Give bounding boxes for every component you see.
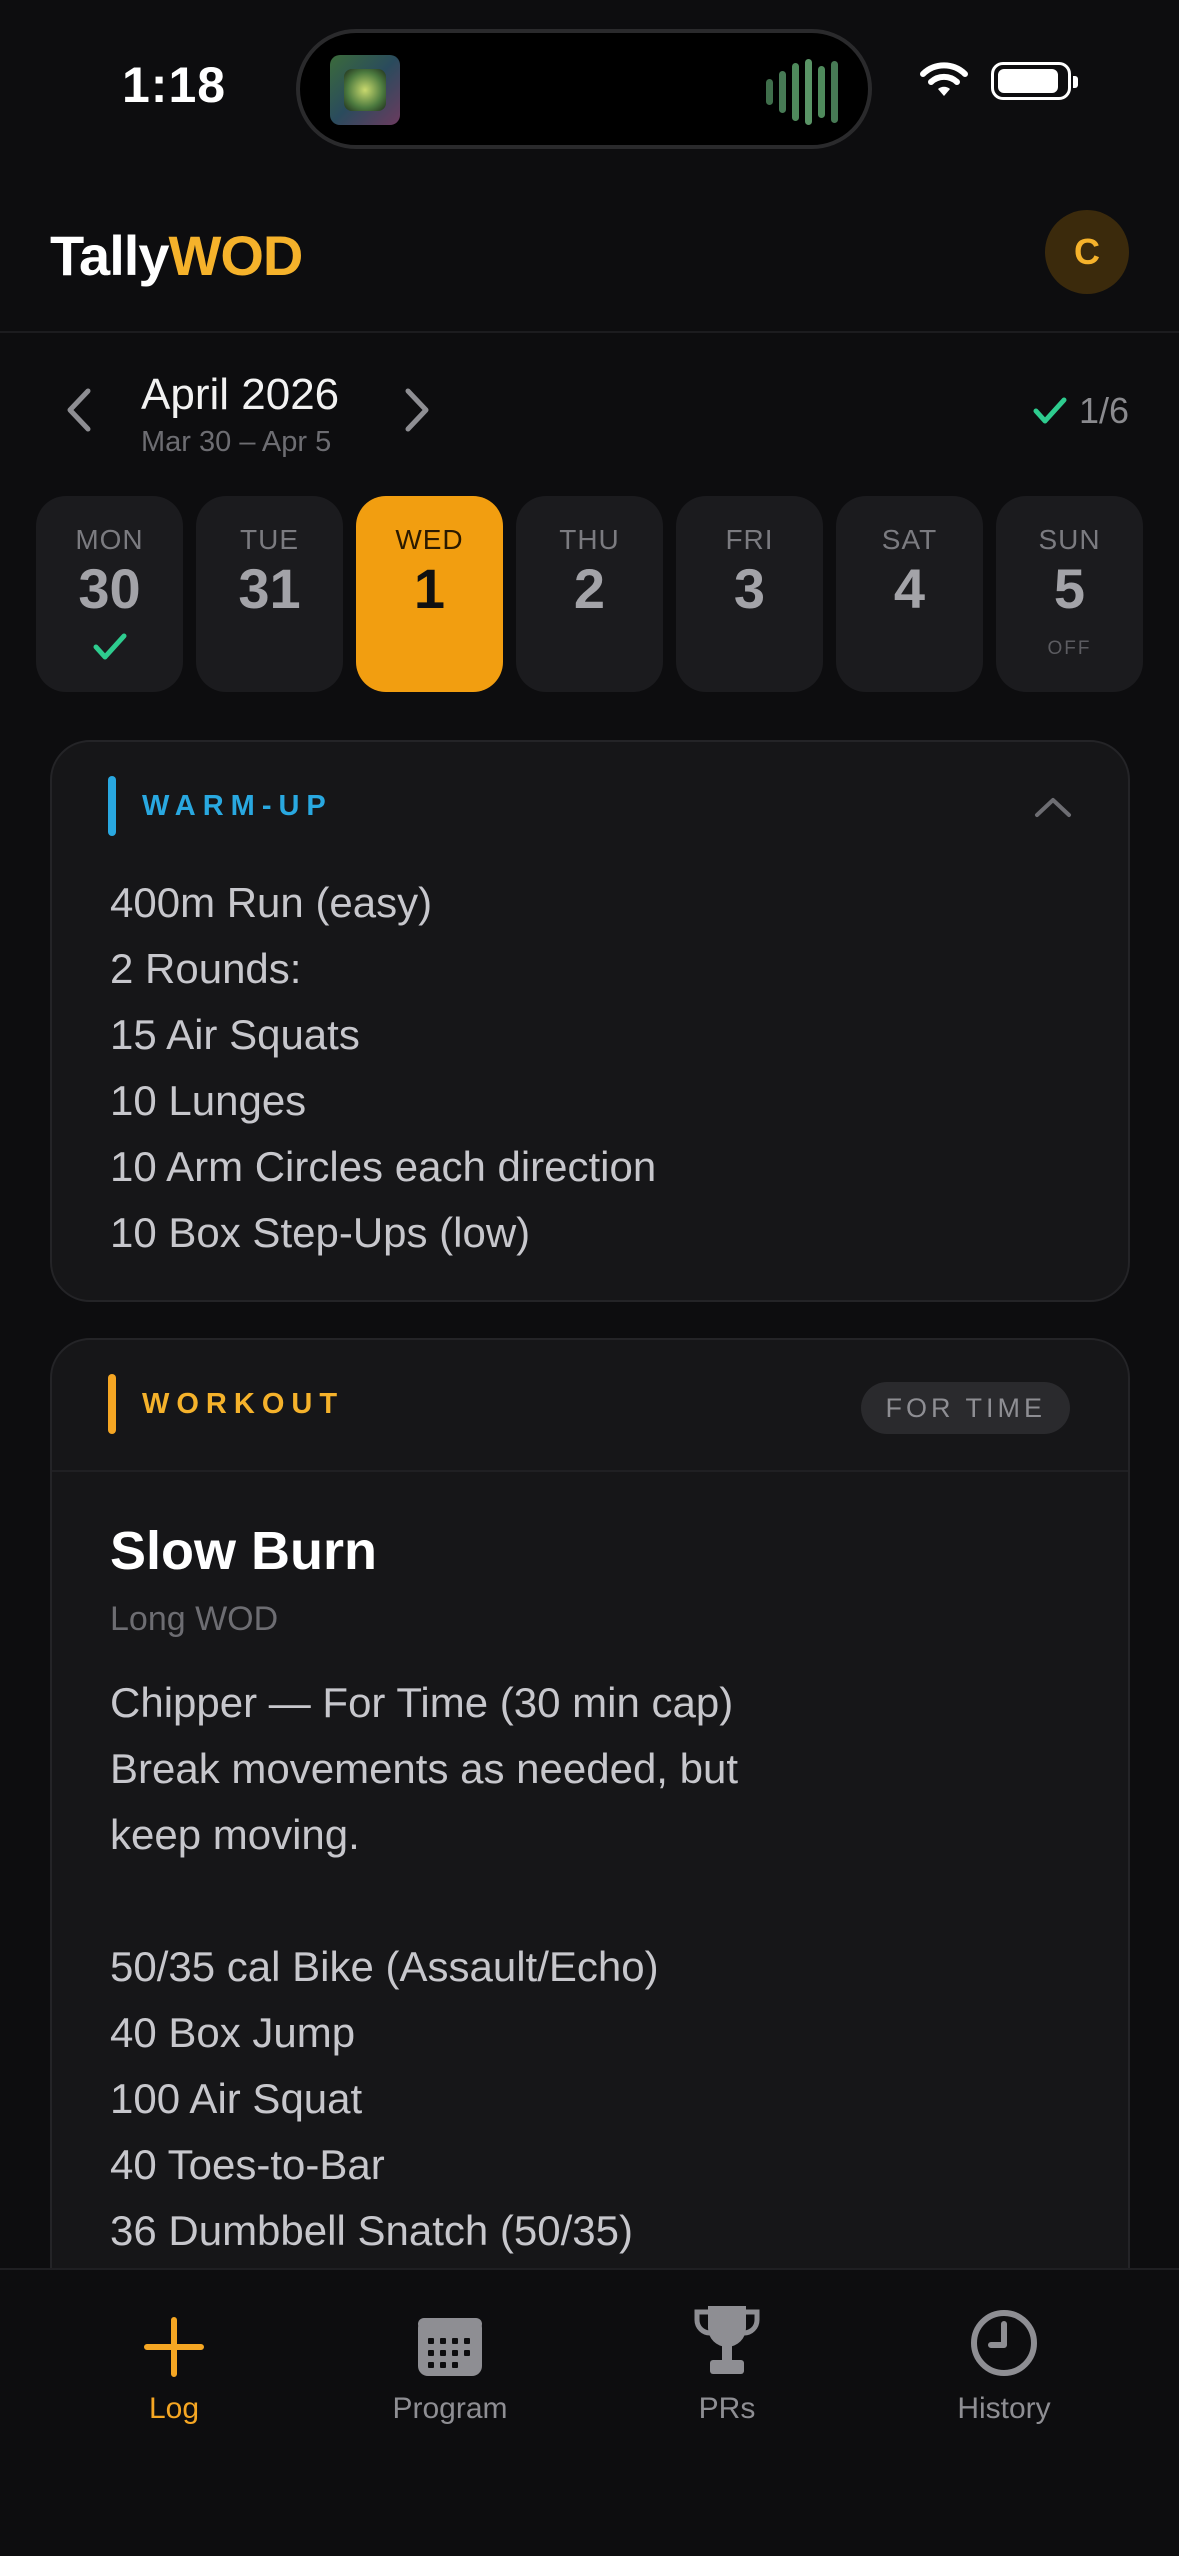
tab-program[interactable]: Program — [340, 2298, 560, 2448]
day-number: 5 — [1053, 557, 1086, 620]
day-thu[interactable]: THU 2 — [516, 496, 663, 692]
previous-week-button[interactable] — [54, 382, 104, 438]
week-navigation: April 2026 Mar 30 – Apr 5 1/6 — [0, 360, 1179, 470]
workout-header: WORKOUT — [108, 1374, 344, 1434]
workout-accent-bar — [108, 1374, 116, 1434]
warmup-line: 10 Arm Circles each direction — [110, 1143, 657, 1190]
day-name: MON — [75, 524, 144, 555]
warmup-line: 10 Box Step-Ups (low) — [110, 1209, 531, 1256]
workout-type-badge: FOR TIME — [861, 1382, 1070, 1434]
calendar-icon — [340, 2298, 560, 2378]
day-sat[interactable]: SAT 4 — [836, 496, 983, 692]
workout-lines: Chipper — For Time (30 min cap) Break mo… — [110, 1670, 738, 2264]
plus-icon — [64, 2298, 284, 2378]
brand-text-2: WOD — [168, 224, 303, 287]
warmup-line: 400m Run (easy) — [110, 879, 433, 926]
app-header: TallyWOD C — [0, 175, 1179, 333]
avatar[interactable]: C — [1045, 210, 1129, 294]
month-title: April 2026 — [141, 370, 340, 419]
week-range: Mar 30 – Apr 5 — [141, 426, 332, 458]
tab-history[interactable]: History — [894, 2298, 1114, 2448]
audio-waveform-icon — [766, 59, 838, 125]
workout-line: 40 Toes-to-Bar — [110, 2141, 385, 2188]
tab-label: PRs — [698, 2392, 756, 2425]
day-number: 31 — [238, 557, 301, 620]
warmup-accent-bar — [108, 776, 116, 836]
workout-line: Break movements as needed, but — [110, 1745, 739, 1792]
screen: 1:18 TallyWOD C April 2026 Mar 30 – Apr … — [0, 0, 1179, 2556]
warmup-line: 10 Lunges — [110, 1077, 307, 1124]
status-time: 1:18 — [122, 57, 227, 113]
workout-line — [110, 1868, 738, 1934]
progress-count: 1/6 — [1078, 390, 1129, 431]
completed-check-icon — [36, 632, 183, 662]
checkmark-icon — [1033, 397, 1067, 424]
collapse-button[interactable] — [1028, 782, 1078, 832]
day-name: TUE — [240, 524, 299, 555]
day-name: SUN — [1038, 524, 1101, 555]
status-bar: 1:18 — [0, 0, 1179, 175]
tab-prs[interactable]: PRs — [617, 2298, 837, 2448]
day-number: 3 — [733, 557, 766, 620]
brand-text-1: Tally — [50, 224, 169, 287]
workout-line: 36 Dumbbell Snatch (50/35) — [110, 2207, 633, 2254]
warmup-header: WARM-UP — [108, 776, 333, 836]
day-name: WED — [395, 524, 464, 555]
album-art-icon — [330, 55, 400, 125]
warmup-line: 2 Rounds: — [110, 945, 302, 992]
chevron-right-icon — [405, 388, 429, 432]
workout-line: keep moving. — [110, 1811, 360, 1858]
workout-line: 40 Box Jump — [110, 2009, 356, 2056]
tab-label: Program — [392, 2392, 508, 2425]
day-name: THU — [559, 524, 620, 555]
wod-subtitle: Long WOD — [110, 1600, 279, 1638]
chevron-left-icon — [67, 388, 91, 432]
day-sun[interactable]: SUN 5 OFF — [996, 496, 1143, 692]
day-number: 30 — [78, 557, 141, 620]
day-off-label: OFF — [1047, 638, 1092, 659]
chevron-up-icon — [1035, 798, 1071, 817]
week-progress: 1/6 — [1033, 390, 1129, 432]
warmup-title: WARM-UP — [142, 789, 333, 822]
workout-line: 50/35 cal Bike (Assault/Echo) — [110, 1943, 659, 1990]
warmup-card: WARM-UP 400m Run (easy) 2 Rounds: 15 Air… — [50, 740, 1130, 1302]
day-number: 4 — [893, 557, 926, 620]
day-number: 2 — [573, 557, 606, 620]
app-logo: TallyWOD — [50, 223, 303, 288]
tab-label: History — [957, 2392, 1051, 2425]
day-number: 1 — [413, 557, 446, 620]
day-wed[interactable]: WED 1 — [356, 496, 503, 692]
trophy-icon — [617, 2298, 837, 2378]
status-indicators — [919, 62, 1078, 100]
workout-line: Chipper — For Time (30 min cap) — [110, 1679, 734, 1726]
dynamic-island[interactable] — [296, 29, 872, 149]
workout-title: WORKOUT — [142, 1387, 345, 1420]
warmup-line: 15 Air Squats — [110, 1011, 360, 1058]
tab-bar: Log Program PRs History — [0, 2268, 1179, 2556]
next-week-button[interactable] — [392, 382, 442, 438]
day-name: FRI — [725, 524, 774, 555]
wifi-icon — [919, 62, 969, 100]
day-name: SAT — [881, 524, 938, 555]
warmup-lines: 400m Run (easy) 2 Rounds: 15 Air Squats … — [110, 870, 656, 1266]
day-tue[interactable]: TUE 31 — [196, 496, 343, 692]
wod-name: Slow Burn — [110, 1521, 377, 1581]
tab-log[interactable]: Log — [64, 2298, 284, 2448]
divider — [52, 1470, 1128, 1472]
day-mon[interactable]: MON 30 — [36, 496, 183, 692]
day-strip: MON 30 TUE 31 WED 1 THU 2 FRI 3 SAT 4 SU… — [36, 496, 1143, 692]
day-fri[interactable]: FRI 3 — [676, 496, 823, 692]
clock-icon — [894, 2298, 1114, 2378]
tab-label: Log — [148, 2392, 200, 2425]
workout-line: 100 Air Squat — [110, 2075, 363, 2122]
battery-icon — [991, 62, 1078, 100]
